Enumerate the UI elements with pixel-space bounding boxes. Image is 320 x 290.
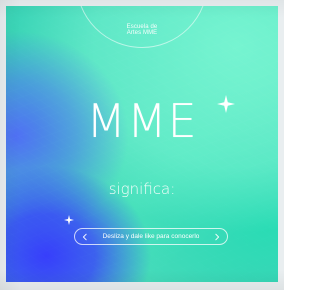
main-title: MME	[86, 94, 198, 148]
post-frame: Escuela de Artes MME MME significa: Desl…	[0, 0, 284, 290]
sparkle-icon	[64, 215, 74, 225]
chevron-left-icon	[82, 233, 87, 240]
promo-card: Escuela de Artes MME MME significa: Desl…	[6, 6, 278, 282]
logo-line-2: Artes MME	[126, 30, 158, 36]
subtitle: significa:	[108, 180, 176, 198]
school-logo-text: Escuela de Artes MME	[6, 24, 278, 36]
swipe-cta-text: Desliza y dale like para conocerlo	[102, 233, 200, 240]
sparkle-icon	[217, 95, 235, 113]
chevron-right-icon	[215, 233, 220, 240]
swipe-cta-pill[interactable]: Desliza y dale like para conocerlo	[74, 228, 228, 245]
